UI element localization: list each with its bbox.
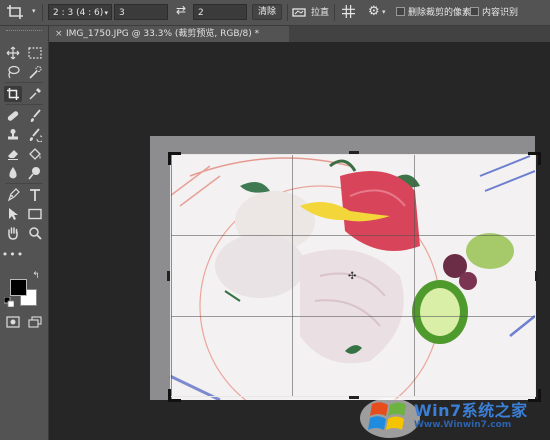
swap-colors-icon[interactable]: ↰	[30, 271, 42, 281]
brush-icon[interactable]	[26, 108, 44, 124]
options-bar: ▾ 2 : 3 (4 : 6) ▾ 3 ⇄ 2 清除 拉直 ⚙ ▾ 删除裁剪的像…	[0, 0, 550, 26]
crop-handle-top[interactable]	[349, 151, 359, 154]
crop-handle-left[interactable]	[167, 271, 170, 281]
quick-mask-icon[interactable]	[4, 314, 22, 330]
separator	[42, 4, 43, 21]
ratio-select-value: 2 : 3 (4 : 6)	[53, 8, 104, 18]
separator	[334, 4, 335, 21]
crop-handle-bottom-left[interactable]	[168, 389, 181, 402]
blur-icon[interactable]	[4, 165, 22, 181]
clear-button[interactable]: 清除	[252, 4, 282, 20]
path-selection-icon[interactable]	[4, 206, 22, 222]
settings-caret-icon[interactable]: ▾	[382, 8, 386, 16]
screen-mode-icon[interactable]	[26, 314, 44, 330]
foreground-color-swatch[interactable]	[10, 279, 27, 296]
crop-grid-line	[292, 155, 293, 396]
separator	[5, 104, 43, 105]
hand-icon[interactable]	[4, 225, 22, 241]
document-tab-title: IMG_1750.JPG @ 33.3% (裁剪预览, RGB/8) *	[66, 29, 260, 39]
tools-panel: ••• ↰	[0, 26, 49, 440]
overlay-grid-icon[interactable]	[342, 4, 355, 20]
more-tools-icon[interactable]: •••	[2, 246, 23, 262]
eraser-icon[interactable]	[4, 146, 22, 162]
paint-bucket-icon[interactable]	[26, 146, 44, 162]
delete-cropped-label: 删除裁剪的像素	[408, 8, 472, 18]
delete-cropped-checkbox[interactable]	[396, 7, 405, 16]
crop-grid-line	[414, 155, 415, 396]
crop-grid-line	[171, 235, 535, 236]
crop-grid-line	[171, 316, 535, 317]
separator	[287, 4, 288, 21]
crop-tool-preset-icon[interactable]	[6, 4, 28, 20]
canvas-area[interactable]: ✣	[49, 42, 550, 440]
crop-tool-icon[interactable]	[4, 86, 22, 102]
content-aware-checkbox[interactable]	[470, 7, 479, 16]
rectangle-tool-icon[interactable]	[26, 206, 44, 222]
clear-button-label: 清除	[257, 7, 276, 17]
tool-preset-caret-icon[interactable]: ▾	[32, 7, 36, 15]
default-colors-icon[interactable]	[3, 297, 15, 307]
settings-gear-icon[interactable]: ⚙	[368, 4, 380, 20]
zoom-icon[interactable]	[26, 225, 44, 241]
type-tool-icon[interactable]	[26, 187, 44, 203]
dodge-icon[interactable]	[26, 165, 44, 181]
crop-handle-top-left[interactable]	[168, 152, 181, 165]
lasso-icon[interactable]	[4, 64, 22, 80]
straighten-icon[interactable]	[292, 4, 306, 20]
document-tab-bar: × IMG_1750.JPG @ 33.3% (裁剪预览, RGB/8) *	[49, 26, 550, 42]
crop-center-icon: ✣	[348, 271, 357, 282]
height-field[interactable]: 2	[193, 4, 247, 20]
chevron-down-icon: ▾	[104, 9, 108, 17]
history-brush-icon[interactable]	[26, 127, 44, 143]
document-tab[interactable]: × IMG_1750.JPG @ 33.3% (裁剪预览, RGB/8) *	[49, 26, 289, 42]
straighten-label[interactable]: 拉直	[311, 5, 329, 18]
healing-brush-icon[interactable]	[4, 108, 22, 124]
crop-handle-right[interactable]	[535, 271, 538, 281]
watermark-brand: Win7系统之家	[414, 401, 528, 420]
eyedropper-icon[interactable]	[26, 86, 44, 102]
close-tab-icon[interactable]: ×	[55, 26, 63, 42]
width-field[interactable]: 3	[114, 4, 168, 20]
rectangular-marquee-icon[interactable]	[26, 45, 44, 61]
pen-icon[interactable]	[4, 187, 22, 203]
ratio-select[interactable]: 2 : 3 (4 : 6) ▾	[48, 4, 112, 20]
move-tool-icon[interactable]	[4, 45, 22, 61]
separator	[5, 183, 43, 184]
crop-handle-top-right[interactable]	[528, 152, 541, 165]
clone-stamp-icon[interactable]	[4, 127, 22, 143]
panel-grip[interactable]	[6, 30, 42, 33]
separator	[5, 82, 43, 83]
content-aware-label: 内容识别	[482, 8, 519, 18]
width-value: 3	[119, 8, 125, 18]
quick-selection-icon[interactable]	[26, 64, 44, 80]
watermark-url: Www.Winwin7.com	[414, 420, 512, 430]
swap-dimensions-icon[interactable]: ⇄	[176, 3, 186, 17]
height-value: 2	[198, 8, 204, 18]
